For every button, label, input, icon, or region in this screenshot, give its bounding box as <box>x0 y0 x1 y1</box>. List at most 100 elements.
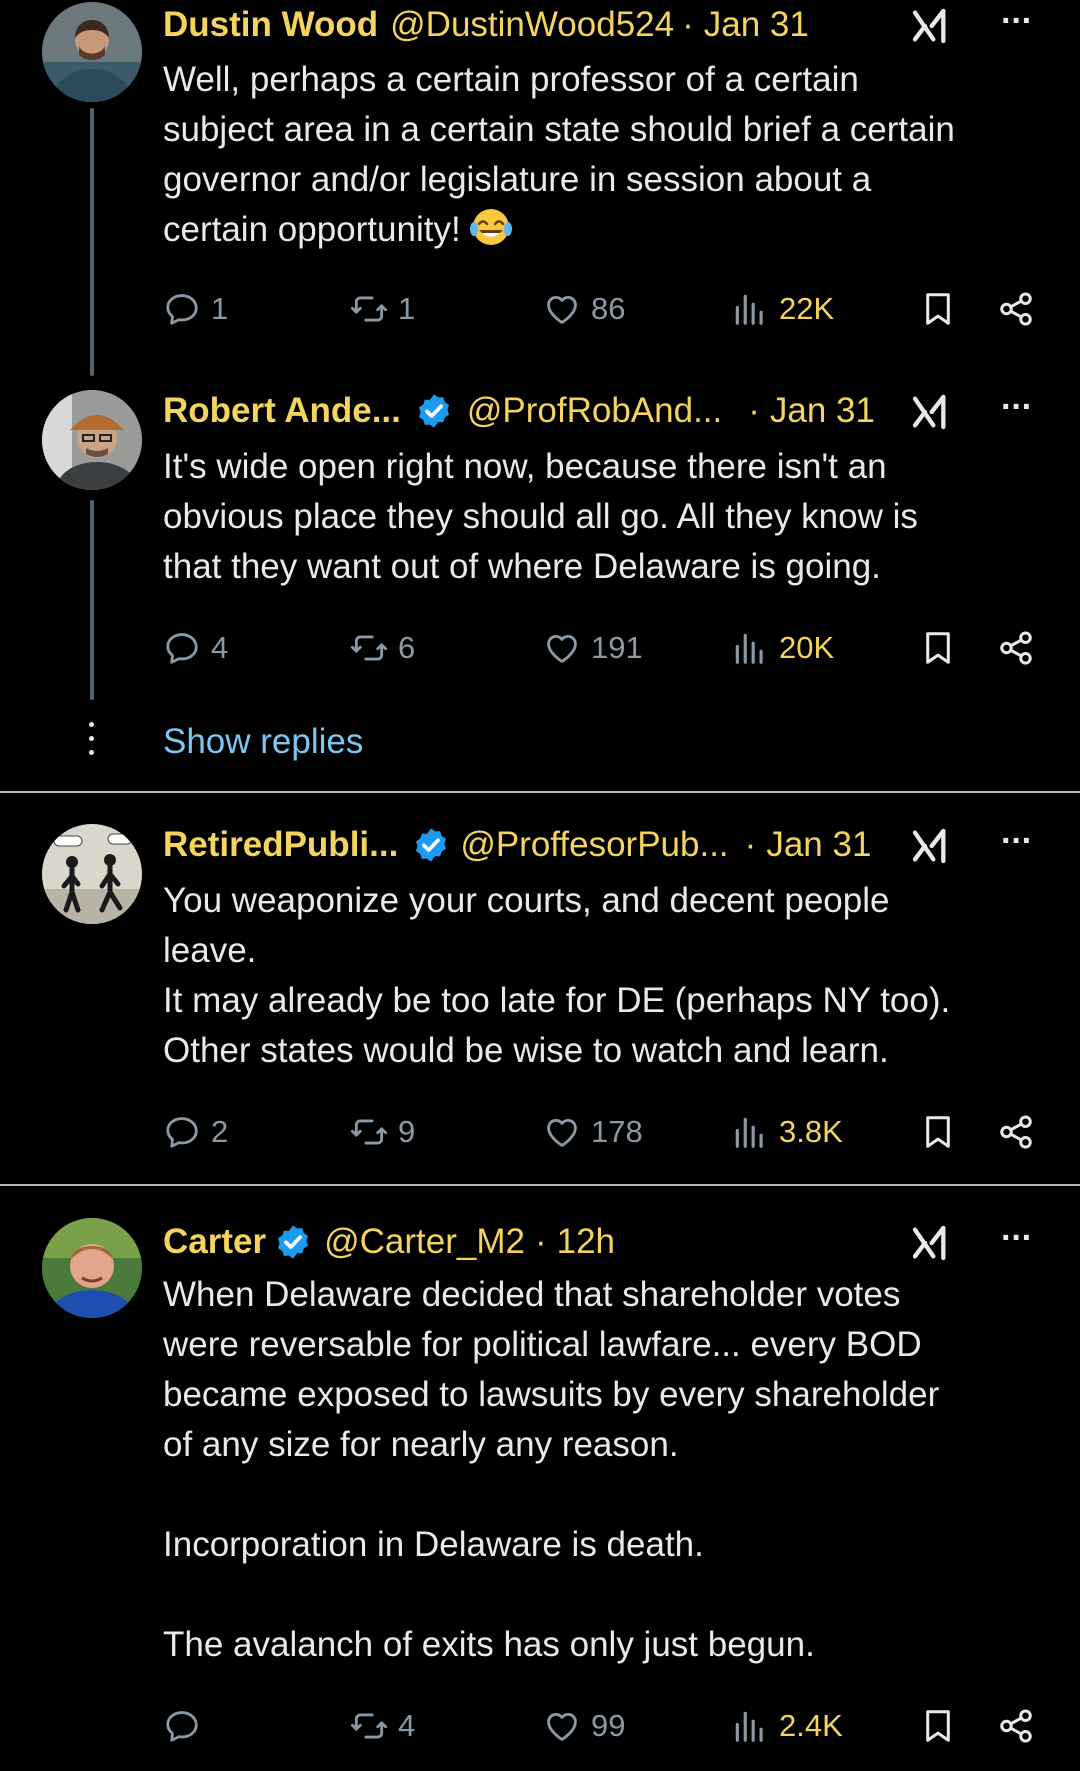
reply-count: 1 <box>211 291 229 326</box>
tweet-actions: 4 6 191 20K <box>163 624 1043 672</box>
show-replies-link[interactable]: Show replies <box>163 722 363 762</box>
like-icon <box>543 1113 581 1151</box>
views-icon <box>731 1113 769 1151</box>
handle[interactable]: @Carter_M2 <box>324 1222 525 1262</box>
display-name[interactable]: Robert Ande... <box>163 391 401 431</box>
share-button[interactable] <box>997 1108 1045 1156</box>
more-icon[interactable]: ··· <box>1001 2 1033 41</box>
grok-icon[interactable] <box>910 6 950 46</box>
views-button[interactable]: 3.8K <box>731 1108 843 1156</box>
like-button[interactable]: 178 <box>543 1108 643 1156</box>
grok-icon[interactable] <box>910 1223 950 1263</box>
share-icon <box>997 1113 1035 1151</box>
bookmark-icon <box>919 629 957 667</box>
more-icon[interactable]: ··· <box>1001 388 1033 427</box>
bookmark-icon <box>919 1707 957 1745</box>
verified-icon <box>412 826 450 864</box>
repost-button[interactable]: 6 <box>350 624 415 672</box>
more-icon[interactable]: ··· <box>1001 1219 1033 1258</box>
share-button[interactable] <box>997 285 1045 333</box>
views-icon <box>731 629 769 667</box>
tweet-header: Dustin Wood @DustinWood524 · Jan 31 ··· <box>163 2 1060 48</box>
display-name[interactable]: Carter <box>163 1222 266 1262</box>
like-button[interactable]: 191 <box>543 624 643 672</box>
views-button[interactable]: 20K <box>731 624 834 672</box>
tweet-header: Carter @Carter_M2 · 12h ··· <box>163 1219 1060 1265</box>
reply-button[interactable]: 1 <box>163 285 228 333</box>
separator: · <box>534 1222 547 1261</box>
like-button[interactable]: 86 <box>543 285 625 333</box>
avatar[interactable] <box>42 824 142 924</box>
timestamp[interactable]: Jan 31 <box>766 825 871 865</box>
more-icon[interactable]: ··· <box>1001 822 1033 861</box>
divider <box>0 791 1080 793</box>
laughing-tears-emoji-icon <box>469 209 512 245</box>
grok-icon[interactable] <box>910 826 950 866</box>
timestamp[interactable]: 12h <box>557 1222 615 1262</box>
like-icon <box>543 629 581 667</box>
repost-icon <box>350 1707 388 1745</box>
avatar[interactable] <box>42 390 142 490</box>
like-button[interactable]: 99 <box>543 1702 625 1750</box>
like-count: 99 <box>591 1708 626 1743</box>
display-name[interactable]: RetiredPubli... <box>163 825 398 865</box>
tweet-actions: 4 99 2.4K <box>163 1702 1043 1750</box>
tweet-body: Well, perhaps a certain professor of a c… <box>163 60 955 249</box>
bookmark-button[interactable] <box>919 1702 967 1750</box>
timestamp[interactable]: Jan 31 <box>704 5 809 45</box>
avatar[interactable] <box>42 1218 142 1318</box>
repost-button[interactable]: 4 <box>350 1702 415 1750</box>
repost-button[interactable]: 1 <box>350 285 415 333</box>
share-button[interactable] <box>997 624 1045 672</box>
thread-line <box>90 500 94 700</box>
handle[interactable]: @DustinWood524 <box>390 5 674 45</box>
views-button[interactable]: 2.4K <box>731 1702 843 1750</box>
tweet-header: RetiredPubli... @ProffesorPub... · Jan 3… <box>163 822 1060 868</box>
tweet-text: When Delaware decided that shareholder v… <box>163 1275 940 1664</box>
reply-icon <box>163 629 201 667</box>
bookmark-icon <box>919 1113 957 1151</box>
views-button[interactable]: 22K <box>731 285 834 333</box>
bookmark-button[interactable] <box>919 1108 967 1156</box>
thread-line <box>90 108 94 376</box>
handle[interactable]: @ProffesorPub... <box>460 825 728 865</box>
separator: · <box>748 391 760 430</box>
avatar[interactable] <box>42 2 142 102</box>
share-icon <box>997 1707 1035 1745</box>
timestamp[interactable]: Jan 31 <box>770 391 875 431</box>
share-button[interactable] <box>997 1702 1045 1750</box>
repost-count: 6 <box>398 630 416 665</box>
reply-icon <box>163 1707 201 1745</box>
verified-icon <box>415 392 453 430</box>
handle[interactable]: @ProfRobAnd... <box>467 391 722 431</box>
repost-icon <box>350 1113 388 1151</box>
reply-button[interactable] <box>163 1702 211 1750</box>
views-count: 3.8K <box>779 1114 843 1149</box>
bookmark-icon <box>919 290 957 328</box>
reply-button[interactable]: 4 <box>163 624 228 672</box>
grok-icon[interactable] <box>910 392 950 432</box>
separator: · <box>744 825 757 864</box>
bookmark-button[interactable] <box>919 624 967 672</box>
verified-icon <box>274 1223 312 1261</box>
like-icon <box>543 290 581 328</box>
repost-icon <box>350 290 388 328</box>
views-icon <box>731 1707 769 1745</box>
repost-count: 4 <box>398 1708 416 1743</box>
views-count: 22K <box>779 291 835 326</box>
thread-more-dots <box>89 722 95 764</box>
repost-count: 1 <box>398 291 416 326</box>
tweet-actions: 2 9 178 3.8K <box>163 1108 1043 1156</box>
display-name[interactable]: Dustin Wood <box>163 5 378 45</box>
tweet-actions: 1 1 86 22K <box>163 285 1043 333</box>
reply-button[interactable]: 2 <box>163 1108 228 1156</box>
like-icon <box>543 1707 581 1745</box>
reply-count: 4 <box>211 630 229 665</box>
tweet-text: You weaponize your courts, and decent pe… <box>163 881 951 1070</box>
views-count: 20K <box>779 630 835 665</box>
tweet-header: Robert Ande... @ProfRobAnd... · Jan 31 ·… <box>163 388 1060 434</box>
reply-icon <box>163 1113 201 1151</box>
bookmark-button[interactable] <box>919 285 967 333</box>
repost-button[interactable]: 9 <box>350 1108 415 1156</box>
views-count: 2.4K <box>779 1708 843 1743</box>
